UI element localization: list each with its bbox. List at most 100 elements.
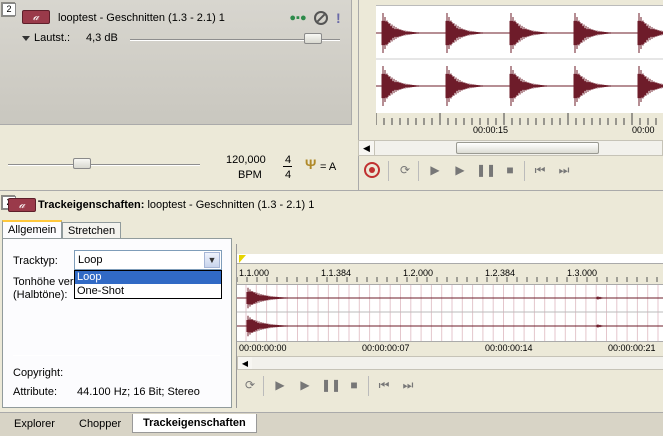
- waveform-burst: [445, 13, 484, 53]
- attribute-value: 44.100 Hz; 16 Bit; Stereo: [77, 386, 200, 398]
- waveform-burst: [509, 13, 548, 53]
- clip-scroll-left-button[interactable]: ◀: [238, 357, 252, 369]
- tab-chopper[interactable]: Chopper: [69, 415, 131, 433]
- time-ruler-label: 00:00:00:14: [485, 343, 533, 353]
- pitch-label: Tonhöhe ver (Halbtöne):: [13, 276, 75, 302]
- clip-waveform-svg: [237, 285, 663, 341]
- clip-next-icon[interactable]: ⏭: [399, 376, 417, 394]
- track-type-icon[interactable]: 𝒶: [22, 10, 50, 24]
- volume-value: 4,3 dB: [86, 32, 118, 44]
- copyright-label: Copyright:: [13, 367, 64, 379]
- track-number: 2: [2, 3, 16, 16]
- mute-icon[interactable]: [314, 11, 328, 25]
- general-form: Tracktyp: Loop ▼ Tonhöhe ver (Halbtöne):…: [2, 238, 232, 408]
- tracktyp-label: Tracktyp:: [13, 255, 58, 267]
- tracktyp-dropdown-list[interactable]: Loop One-Shot: [74, 270, 222, 299]
- bpm-unit: BPM: [238, 169, 262, 181]
- waveform-burst: [573, 13, 612, 53]
- fx-chain-icon[interactable]: ●▪●: [289, 11, 307, 25]
- tab-explorer[interactable]: Explorer: [4, 415, 65, 433]
- beat-label: 1.1.384: [321, 268, 352, 278]
- waveform-burst: [509, 66, 548, 106]
- tab-stretchen[interactable]: Stretchen: [62, 222, 122, 238]
- waveform-burst: [246, 287, 297, 309]
- clip-stop-icon[interactable]: ■: [345, 376, 363, 394]
- dropdown-option-one-shot[interactable]: One-Shot: [75, 285, 221, 298]
- solo-icon[interactable]: !: [336, 10, 342, 26]
- waveform-burst: [596, 324, 615, 328]
- pause-icon[interactable]: ❚❚: [476, 161, 496, 179]
- waveform-burst: [596, 296, 615, 300]
- volume-slider-thumb[interactable]: [303, 33, 322, 44]
- time-ruler-label: 00:00:00:07: [362, 343, 410, 353]
- waveform-burst: [381, 66, 420, 106]
- clip-pause-icon[interactable]: ❚❚: [321, 376, 341, 394]
- top-transport: ⟳ ▶ ▶ ❚❚ ■ ⏮ ⏭: [358, 158, 663, 184]
- clip-scrollbar[interactable]: ◀: [237, 356, 663, 370]
- top-scrollbar[interactable]: ◀: [358, 140, 663, 156]
- clip-waveform[interactable]: [237, 284, 663, 342]
- time-ruler-label: 00:00:00:00: [239, 343, 287, 353]
- volume-label: Lautst.:: [34, 32, 71, 44]
- tuning-fork-icon[interactable]: Ψ: [305, 156, 316, 172]
- project-key[interactable]: = A: [320, 161, 336, 173]
- record-icon[interactable]: [364, 162, 380, 178]
- clip-loop-icon[interactable]: ⟳: [241, 376, 259, 394]
- waveform-burst: [445, 66, 484, 106]
- tempo-slider-thumb[interactable]: [73, 158, 91, 169]
- waveform-burst: [637, 13, 663, 53]
- waveform-burst: [573, 66, 612, 106]
- clip-play-from-start-icon[interactable]: ▶: [271, 376, 289, 394]
- previous-icon[interactable]: ⏮: [531, 161, 549, 179]
- beat-label: 1.2.384: [485, 268, 516, 278]
- play-from-start-icon[interactable]: ▶: [426, 161, 444, 179]
- bottom-tabbar: Explorer Chopper Trackeigenschaften: [0, 412, 663, 436]
- loop-icon[interactable]: ⟳: [396, 161, 414, 179]
- collapse-arrow-icon[interactable]: [22, 36, 30, 41]
- beat-label: 1.3.000: [567, 268, 598, 278]
- track-header[interactable]: 2 𝒶 looptest - Geschnitten (1.3 - 2.1) 1…: [0, 0, 352, 125]
- time-signature-bottom[interactable]: 4: [285, 169, 291, 181]
- time-signature-top[interactable]: 4: [285, 154, 291, 166]
- stop-icon[interactable]: ■: [501, 161, 519, 179]
- time-label: 00:00:15: [473, 125, 509, 135]
- tab-trackeigenschaften[interactable]: Trackeigenschaften: [132, 414, 257, 433]
- properties-title-value: looptest - Geschnitten (1.3 - 2.1) 1: [147, 199, 315, 211]
- tab-allgemein[interactable]: Allgemein: [2, 220, 63, 238]
- scroll-left-button[interactable]: ◀: [359, 141, 375, 155]
- top-ruler: 00:00:15 00:00: [376, 113, 663, 137]
- next-icon[interactable]: ⏭: [555, 161, 573, 179]
- properties-track-icon: 𝒶: [8, 198, 36, 212]
- divider: [13, 355, 220, 356]
- time-ruler: 00:00:00:00 00:00:00:07 00:00:00:14 00:00:0…: [237, 341, 663, 355]
- marker-bar: [237, 254, 663, 264]
- tempo-slider-track[interactable]: [8, 164, 200, 166]
- play-icon[interactable]: ▶: [451, 161, 469, 179]
- properties-title-label: Trackeigenschaften:: [38, 199, 145, 211]
- attribute-label: Attribute:: [13, 386, 58, 398]
- clip-editor: 1.1.000 1.1.384 1.2.000 1.2.384 1.3.000 00:0…: [236, 244, 663, 408]
- top-waveform[interactable]: [376, 5, 663, 114]
- beat-label: 1.2.000: [403, 268, 434, 278]
- waveform-burst: [246, 315, 297, 337]
- beat-ruler: 1.1.000 1.1.384 1.2.000 1.2.384 1.3.000: [237, 266, 663, 282]
- loop-marker-icon[interactable]: [239, 255, 246, 263]
- scroll-thumb[interactable]: [456, 142, 599, 154]
- tracktyp-select[interactable]: Loop ▼: [74, 250, 222, 270]
- bpm-value[interactable]: 120,000: [226, 154, 266, 166]
- pitch-label-line2: (Halbtöne):: [13, 289, 68, 301]
- waveform-burst: [637, 66, 663, 106]
- top-waveform-svg: [376, 13, 663, 106]
- track-name[interactable]: looptest - Geschnitten (1.3 - 2.1) 1: [58, 12, 225, 24]
- tracktyp-value: Loop: [78, 254, 103, 266]
- waveform-burst: [381, 13, 420, 53]
- clip-previous-icon[interactable]: ⏮: [375, 376, 393, 394]
- time-label-right: 00:00: [632, 125, 655, 135]
- clip-transport: ⟳ ▶ ▶ ❚❚ ■ ⏮ ⏭: [237, 374, 663, 398]
- time-ruler-label: 00:00:00:21: [608, 343, 656, 353]
- clip-play-icon[interactable]: ▶: [296, 376, 314, 394]
- pitch-label-line1: Tonhöhe ver: [13, 276, 74, 288]
- dropdown-option-loop[interactable]: Loop: [75, 271, 221, 284]
- chevron-down-icon[interactable]: ▼: [204, 252, 220, 268]
- beat-label: 1.1.000: [239, 268, 270, 278]
